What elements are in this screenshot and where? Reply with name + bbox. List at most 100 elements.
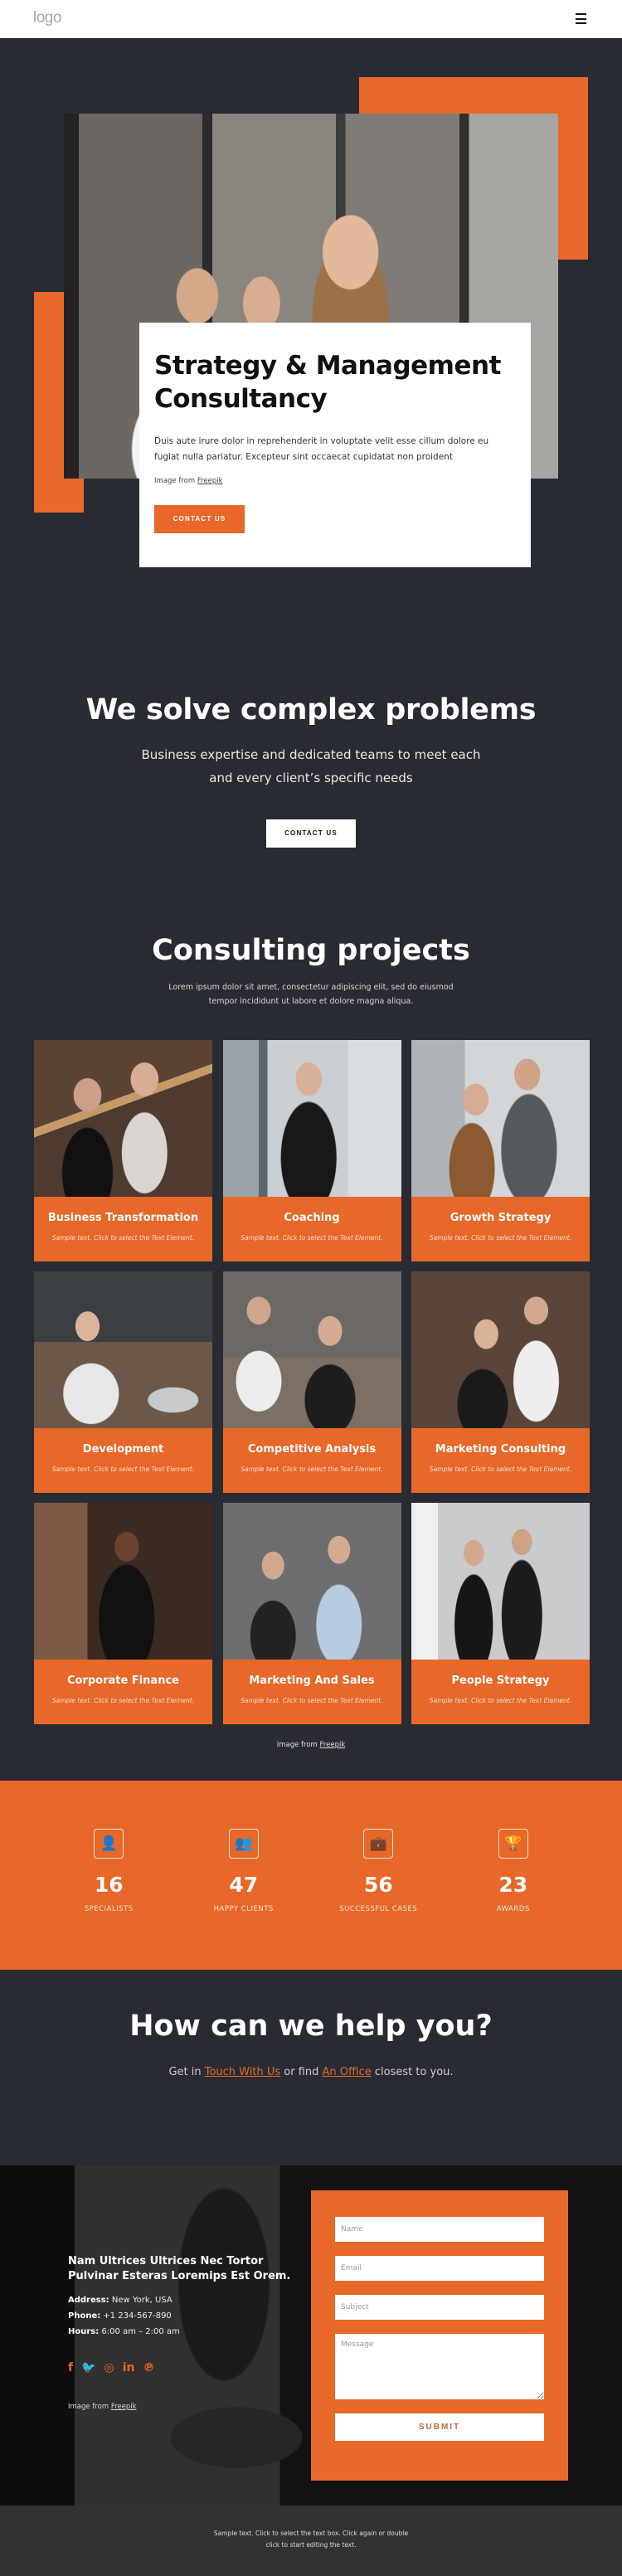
hours-value: 6:00 am – 2:00 am — [99, 2327, 180, 2336]
user-icon: 👤 — [94, 1829, 124, 1859]
project-text: Sample text. Click to select the Text El… — [51, 1234, 195, 1242]
project-title: Development — [82, 1443, 164, 1456]
address-value: New York, USA — [109, 2296, 173, 2305]
stat-value: 16 — [94, 1873, 124, 1897]
project-image — [411, 1503, 590, 1660]
stat-successful-cases: 💼 56 SUCCESSFUL CASES — [316, 1829, 440, 1970]
message-input[interactable] — [335, 2334, 544, 2399]
section-title: How can we help you? — [129, 2010, 493, 2043]
stat-value: 23 — [498, 1873, 528, 1897]
project-text: Sample text. Click to select the Text El… — [241, 1234, 383, 1242]
group-icon: 👥 — [228, 1829, 259, 1859]
image-credit: Image from Freepik — [154, 477, 516, 485]
stat-label: AWARDS — [496, 1905, 530, 1913]
address-label: Address: — [68, 2296, 109, 2305]
help-text-part: Get in — [168, 2066, 205, 2078]
pinterest-icon[interactable]: ℗ — [143, 2361, 155, 2374]
freepik-link[interactable]: Freepik — [320, 1741, 346, 1749]
project-text: Sample text. Click to select the Text El… — [429, 1697, 572, 1704]
linkedin-icon[interactable]: in — [123, 2361, 135, 2374]
project-title: Competitive Analysis — [247, 1443, 377, 1456]
contact-heading: Nam Ultrices Ultrices Nec Tortor Pulvina… — [68, 2255, 291, 2282]
facebook-icon[interactable]: f — [68, 2361, 73, 2374]
touch-with-us-link[interactable]: Touch With Us — [205, 2066, 280, 2078]
project-image — [411, 1271, 590, 1428]
contact-info: Nam Ultrices Ultrices Nec Tortor Pulvina… — [68, 2254, 309, 2411]
footer-text: Sample text. Click to select the text bo… — [213, 2530, 409, 2549]
solve-section: We solve complex problems Business exper… — [0, 652, 622, 934]
freepik-link[interactable]: Freepik — [111, 2403, 137, 2411]
project-card[interactable]: Corporate Finance Sample text. Click to s… — [34, 1503, 212, 1724]
briefcase-icon: 💼 — [363, 1829, 394, 1859]
hero-section: Strategy & Management Consultancy Duis a… — [0, 38, 622, 652]
stat-specialists: 👤 16 SPECIALISTS — [46, 1829, 171, 1970]
subject-input[interactable] — [335, 2295, 544, 2320]
project-title: Coaching — [284, 1212, 340, 1224]
project-image — [34, 1503, 212, 1660]
credit-prefix: Image from — [68, 2403, 111, 2411]
image-credit: Image from Freepik — [68, 2403, 309, 2411]
phone-label: Phone: — [68, 2311, 101, 2321]
stat-value: 47 — [229, 1873, 259, 1897]
project-image — [411, 1040, 590, 1197]
project-title: Growth Strategy — [449, 1212, 552, 1224]
project-card[interactable]: Marketing And Sales Sample text. Click to… — [222, 1503, 401, 1724]
stat-label: SPECIALISTS — [84, 1905, 134, 1913]
site-footer: Sample text. Click to select the text bo… — [0, 2506, 622, 2576]
project-card[interactable]: Coaching Sample text. Click to select the… — [222, 1040, 401, 1261]
project-image — [222, 1503, 401, 1660]
section-subtitle: Business expertise and dedicated teams t… — [141, 747, 481, 785]
instagram-icon[interactable]: ◎ — [104, 2361, 114, 2374]
project-image — [222, 1271, 401, 1428]
credit-prefix: Image from — [154, 477, 197, 485]
project-text: Sample text. Click to select the Text El… — [429, 1234, 572, 1242]
hero-card: Strategy & Management Consultancy Duis a… — [139, 323, 531, 567]
project-card[interactable]: Business Transformation Sample text. Clic… — [34, 1040, 212, 1261]
project-text: Sample text. Click to select the Text El… — [429, 1465, 572, 1473]
hamburger-menu-icon[interactable] — [576, 13, 586, 24]
project-title: People Strategy — [451, 1674, 550, 1687]
project-text: Sample text. Click to select the Text El… — [51, 1697, 195, 1704]
project-card[interactable]: Competitive Analysis Sample text. Click t… — [222, 1271, 401, 1493]
contact-section: Nam Ultrices Ultrices Nec Tortor Pulvina… — [0, 2165, 622, 2506]
project-card[interactable]: People Strategy Sample text. Click to sel… — [411, 1503, 590, 1724]
stat-value: 56 — [363, 1873, 393, 1897]
social-links: f 🐦 ◎ in ℗ — [68, 2361, 309, 2374]
name-input[interactable] — [335, 2217, 544, 2242]
project-card[interactable]: Marketing Consulting Sample text. Click t… — [411, 1271, 590, 1493]
project-title: Business Transformation — [47, 1212, 199, 1224]
project-title: Marketing Consulting — [435, 1443, 566, 1456]
project-title: Corporate Finance — [66, 1674, 179, 1687]
help-text: Get in Touch With Us or find An Office c… — [0, 2066, 622, 2078]
logo[interactable]: logo — [33, 9, 61, 27]
hours-row: Hours: 6:00 am – 2:00 am — [68, 2327, 309, 2336]
an-office-link[interactable]: An Office — [323, 2066, 372, 2078]
projects-grid: Business Transformation Sample text. Clic… — [34, 1040, 590, 1724]
freepik-link[interactable]: Freepik — [197, 477, 223, 485]
stat-happy-clients: 👥 47 HAPPY CLIENTS — [182, 1829, 306, 1970]
project-text: Sample text. Click to select the Text El… — [241, 1465, 383, 1473]
hero-description: Duis aute irure dolor in reprehenderit i… — [154, 436, 489, 462]
stat-label: HAPPY CLIENTS — [213, 1905, 274, 1913]
project-image — [34, 1040, 212, 1197]
trophy-icon: 🏆 — [498, 1829, 528, 1859]
contact-us-button[interactable]: CONTACT US — [266, 819, 356, 848]
consulting-projects-section: Consulting projects Lorem ipsum dolor si… — [0, 934, 622, 1781]
project-text: Sample text. Click to select the Text El… — [51, 1465, 195, 1473]
site-header: logo — [0, 0, 622, 38]
submit-button[interactable]: SUBMIT — [335, 2413, 544, 2441]
project-image — [34, 1271, 212, 1428]
project-card[interactable]: Development Sample text. Click to select … — [34, 1271, 212, 1493]
hero-title: Strategy & Management Consultancy — [154, 351, 501, 414]
address-row: Address: New York, USA — [68, 2296, 309, 2305]
twitter-icon[interactable]: 🐦 — [81, 2361, 95, 2374]
stat-awards: 🏆 23 AWARDS — [451, 1829, 576, 1970]
project-card[interactable]: Growth Strategy Sample text. Click to sel… — [411, 1040, 590, 1261]
help-text-part: closest to you. — [371, 2066, 454, 2078]
email-input[interactable] — [335, 2256, 544, 2281]
section-subtitle: Lorem ipsum dolor sit amet, consectetur … — [168, 983, 454, 1006]
contact-us-button[interactable]: CONTACT US — [154, 505, 245, 533]
hours-label: Hours: — [68, 2327, 100, 2336]
credit-prefix: Image from — [276, 1741, 320, 1749]
project-image — [222, 1040, 401, 1197]
